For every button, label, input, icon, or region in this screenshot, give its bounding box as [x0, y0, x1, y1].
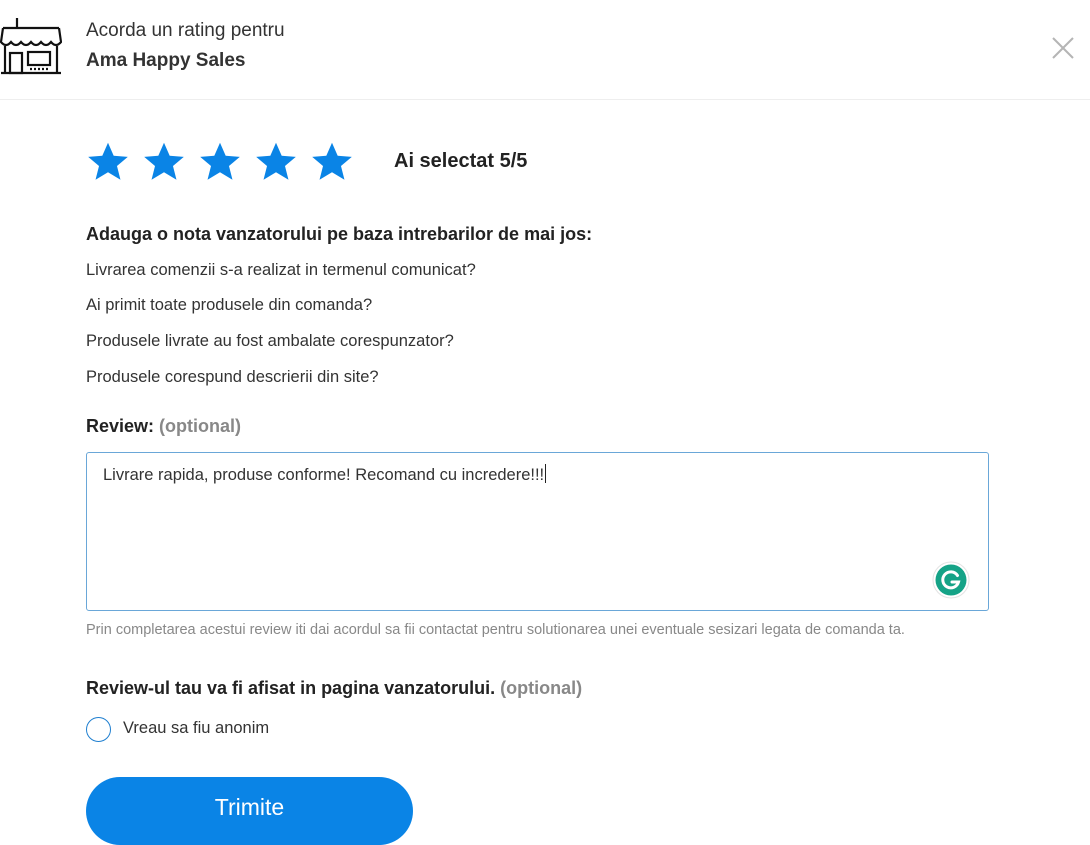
- rating-selected-text: Ai selectat 5/5: [394, 150, 528, 172]
- review-text-value: Livrare rapida, produse conforme! Recoma…: [103, 464, 547, 485]
- questions-heading: Adauga o nota vanzatorului pe baza intre…: [86, 224, 593, 244]
- submit-button[interactable]: Trimite: [86, 777, 413, 845]
- star-rating: [86, 140, 366, 184]
- star-icon[interactable]: [198, 140, 242, 184]
- star-icon[interactable]: [254, 140, 298, 184]
- dialog-header: Acorda un rating pentru Ama Happy Sales: [0, 0, 1090, 100]
- store-icon: [0, 18, 62, 75]
- review-label: Review: (optional): [86, 416, 241, 437]
- text-caret: [545, 464, 547, 483]
- close-icon[interactable]: [1050, 35, 1076, 61]
- header-subtitle: Acorda un rating pentru: [86, 20, 285, 41]
- question-item: Produsele livrate au fost ambalate cores…: [86, 332, 454, 350]
- review-textarea[interactable]: Livrare rapida, produse conforme! Recoma…: [86, 452, 989, 611]
- question-item: Livrarea comenzii s-a realizat in termen…: [86, 261, 476, 279]
- review-text-content: Livrare rapida, produse conforme! Recoma…: [103, 466, 545, 484]
- optional-tag: (optional): [500, 678, 583, 698]
- anonymous-radio[interactable]: [86, 717, 111, 742]
- submit-label: Trimite: [214, 794, 285, 820]
- question-item: Ai primit toate produsele din comanda?: [86, 296, 373, 314]
- display-notice: Review-ul tau va fi afisat in pagina van…: [86, 678, 582, 699]
- seller-name: Ama Happy Sales: [86, 50, 246, 71]
- question-item: Produsele corespund descrierii din site?: [86, 368, 379, 386]
- display-notice-text: Review-ul tau va fi afisat in pagina van…: [86, 678, 496, 698]
- star-icon[interactable]: [310, 140, 354, 184]
- anonymous-label: Vreau sa fiu anonim: [123, 719, 270, 737]
- grammarly-icon[interactable]: [932, 561, 970, 599]
- review-label-text: Review:: [86, 416, 155, 436]
- star-icon[interactable]: [142, 140, 186, 184]
- optional-tag: (optional): [159, 416, 242, 436]
- consent-text: Prin completarea acestui review iti dai …: [86, 622, 905, 638]
- star-icon[interactable]: [86, 140, 130, 184]
